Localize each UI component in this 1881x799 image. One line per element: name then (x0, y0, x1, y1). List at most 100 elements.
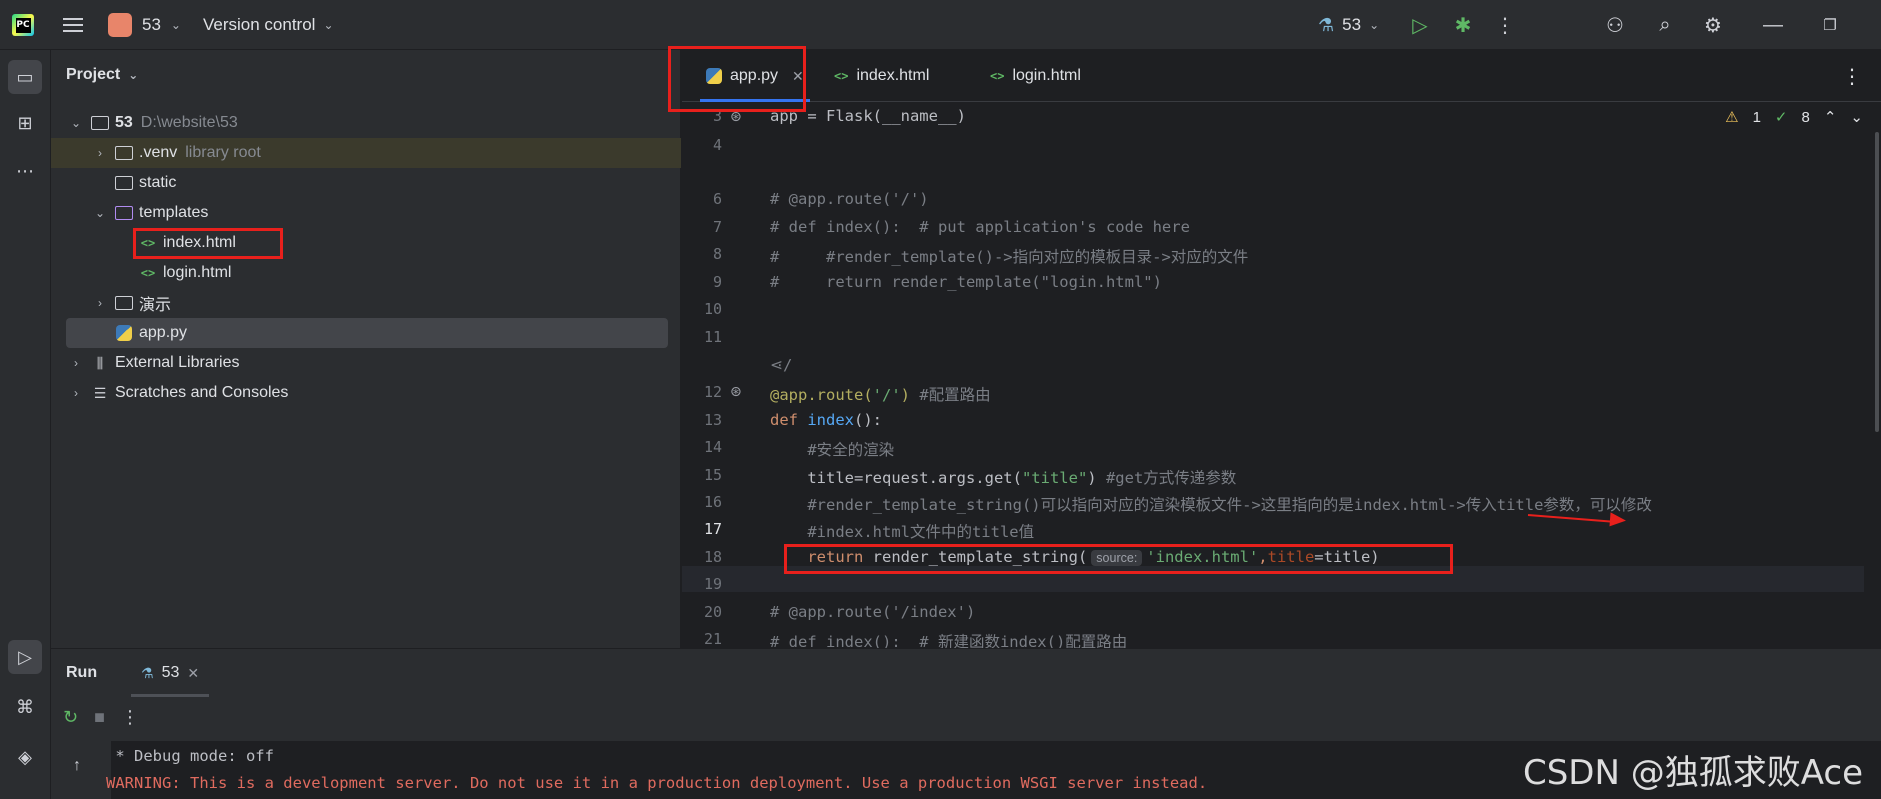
check-icon: ✓ (1774, 109, 1788, 126)
tab-login-html[interactable]: <> login.html (984, 50, 1087, 102)
tabs-more-icon[interactable]: ⋮ (1842, 50, 1862, 102)
code-with-me-icon[interactable]: ⚇ (1600, 0, 1630, 50)
editor-tabs: app.py ✕ <> index.html <> login.html ⋮ (682, 50, 1881, 102)
code-line-15[interactable]: title=request.args.get("title") #get方式传递… (770, 466, 1236, 488)
search-icon[interactable]: ⌕ (1650, 0, 1680, 50)
chevron-down-icon: ⌄ (170, 18, 181, 32)
root-folder-name: 53 (115, 114, 133, 131)
tree-venv[interactable]: › .venv library root (51, 138, 681, 168)
code-line-17[interactable]: #index.html文件中的title值 (770, 520, 1034, 542)
console-line: * Debug mode: off (106, 747, 274, 765)
folder-icon (115, 145, 133, 161)
root-folder-path: D:\website\53 (140, 114, 238, 131)
python-file-icon (115, 325, 133, 341)
code-text: ) (1087, 469, 1097, 487)
chevron-right-icon[interactable]: › (93, 296, 107, 310)
tree-external-libraries[interactable]: › ⫼ External Libraries (51, 348, 671, 378)
project-switcher[interactable]: 53 ⌄ (108, 0, 181, 50)
tree-templates[interactable]: ⌄ templates (51, 198, 671, 228)
pycharm-logo-icon[interactable]: PC (12, 0, 38, 50)
arrow-up-icon[interactable]: ↑ (73, 757, 81, 775)
restore-window-icon[interactable]: ❐ (1815, 0, 1845, 50)
python-console-icon[interactable]: ⌘ (8, 690, 42, 724)
project-panel-title: Project (66, 66, 121, 83)
debug-icon[interactable]: ✱ (1448, 0, 1478, 50)
project-panel-header[interactable]: Project ⌄ (66, 66, 138, 84)
chevron-right-icon[interactable]: › (69, 356, 83, 370)
code-line-16[interactable]: #render_template_string()可以指向对应的渲染模板文件->… (770, 493, 1652, 515)
line-number: 9 (712, 273, 722, 291)
code-line-8[interactable]: # #render_template()->指向对应的模板目录->对应的文件 (770, 245, 1248, 267)
tree-demo[interactable]: › 演示 (51, 288, 671, 318)
chevron-down-icon: ⌄ (323, 18, 334, 32)
code-line-6[interactable]: # @app.route('/') (770, 190, 929, 208)
line-number: 18 (703, 548, 722, 566)
close-tab-icon[interactable]: ✕ (187, 665, 199, 682)
tree-scratches[interactable]: › ☰ Scratches and Consoles (51, 378, 671, 408)
code-text: title=request.args.get( (770, 469, 1022, 487)
code-line-12[interactable]: @app.route('/') #配置路由 (770, 383, 991, 405)
function-signature: (): (854, 411, 883, 429)
annotation-box-return-line (784, 544, 1453, 574)
line-number: 21 (703, 630, 722, 648)
code-line-9[interactable]: # return render_template("login.html") (770, 273, 1162, 291)
html-file-icon: <> (834, 69, 849, 83)
line-number: 19 (703, 575, 722, 593)
chevron-down-icon[interactable]: ⌄ (1850, 108, 1863, 126)
more-actions-icon[interactable]: ⋮ (1490, 0, 1520, 50)
venv-name: .venv (139, 144, 178, 161)
code-editor: app.py ✕ <> index.html <> login.html ⋮ ⚠… (668, 46, 1881, 651)
chevron-down-icon[interactable]: ⌄ (69, 116, 83, 130)
chevron-down-icon: ⌄ (1369, 18, 1380, 32)
run-config-name: 53 (1342, 15, 1362, 34)
code-line-13[interactable]: def index(): (770, 411, 882, 429)
chevron-right-icon[interactable]: › (69, 386, 83, 400)
settings-gear-icon[interactable]: ⚙ (1698, 0, 1728, 50)
ok-count: 8 (1801, 108, 1810, 126)
inspection-widget[interactable]: ⚠ 1 ✓ 8 ⌃ ⌄ (1725, 108, 1863, 127)
decorator: @app.route( (770, 386, 873, 404)
structure-icon[interactable]: ⊞ (8, 106, 42, 140)
console-side-toolbar: ↑ (51, 741, 111, 799)
version-control-menu[interactable]: Version control ⌄ (203, 0, 334, 50)
chevron-up-icon[interactable]: ⌃ (1824, 108, 1837, 126)
run-config-selector[interactable]: ⚗ 53 ⌄ (1318, 0, 1379, 50)
more-tools-icon[interactable]: ⋯ (8, 154, 42, 188)
code-line-20[interactable]: # @app.route('/index') (770, 603, 975, 621)
warning-count: 1 (1752, 108, 1761, 126)
tree-root[interactable]: ⌄ 53 D:\website\53 (51, 108, 671, 138)
line-number: 11 (703, 328, 722, 346)
tree-login-html[interactable]: <> login.html (51, 258, 671, 288)
templates-folder-name: templates (139, 204, 209, 221)
code-line-7[interactable]: # def index(): # put application's code … (770, 218, 1190, 236)
python-packages-icon[interactable]: ◈ (8, 740, 42, 774)
code-line-14[interactable]: #安全的渲染 (770, 438, 894, 460)
share-usages-icon: ⋖ (770, 356, 783, 374)
vcs-label: Version control (203, 15, 316, 34)
tab-index-html[interactable]: <> index.html (828, 50, 935, 102)
run-tool-icon[interactable]: ▷ (8, 640, 42, 674)
tree-static[interactable]: static (51, 168, 671, 198)
more-actions-icon[interactable]: ⋮ (121, 707, 139, 728)
tree-app-py[interactable]: app.py (66, 318, 668, 348)
run-tab-53[interactable]: ⚗ 53 ✕ (131, 649, 210, 697)
main-menu-icon[interactable] (60, 0, 86, 50)
title-bar: PC 53 ⌄ Version control ⌄ ⚗ 53 ⌄ ▷ ✱ ⋮ ⚇… (0, 0, 1881, 50)
venv-hint: library root (185, 144, 261, 161)
line-number: 15 (703, 466, 722, 484)
line-number: 14 (703, 438, 722, 456)
endpoint-gutter-icon[interactable]: ⊛ (730, 383, 742, 400)
project-folder-icon[interactable]: ▭ (8, 60, 42, 94)
html-file-icon: <> (140, 266, 156, 280)
stop-icon[interactable]: ■ (94, 707, 105, 728)
rerun-icon[interactable]: ↻ (63, 707, 78, 728)
code-lens-usages[interactable]: ⋖/ (770, 356, 792, 374)
chevron-down-icon: ⌄ (128, 68, 139, 82)
minimize-icon[interactable]: — (1758, 0, 1788, 50)
chevron-down-icon[interactable]: ⌄ (93, 206, 107, 220)
chevron-right-icon[interactable]: › (93, 146, 107, 160)
run-icon[interactable]: ▷ (1405, 0, 1435, 50)
line-number: 6 (712, 190, 722, 208)
annotation-arrow-head (1609, 512, 1627, 528)
editor-scrollbar[interactable] (1875, 132, 1879, 432)
